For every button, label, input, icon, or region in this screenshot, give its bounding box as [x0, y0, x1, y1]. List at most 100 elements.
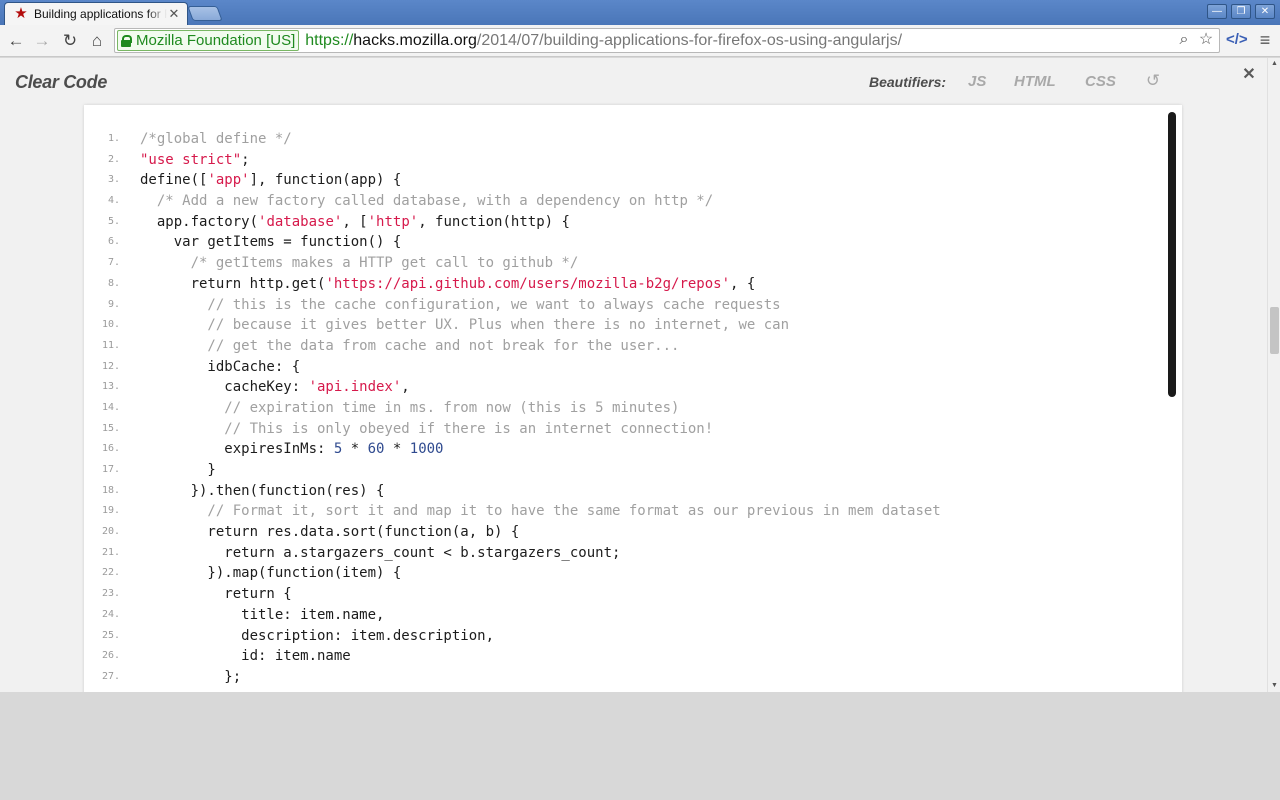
code-line: 11. // get the data from cache and not b…: [84, 336, 1164, 357]
code-line: 13. cacheKey: 'api.index',: [84, 377, 1164, 398]
code-line: 17. }: [84, 460, 1164, 481]
zoom-icon[interactable]: ⌕: [1175, 31, 1193, 49]
beautify-css-button[interactable]: CSS: [1085, 73, 1116, 90]
beautify-js-button[interactable]: JS: [968, 73, 986, 90]
home-icon[interactable]: ⌂: [85, 29, 109, 53]
code-token: }).map(function(item) {: [140, 565, 402, 582]
code-line: 19. // Format it, sort it and map it to …: [84, 501, 1164, 522]
line-number: 21.: [101, 546, 120, 558]
back-icon[interactable]: ←: [4, 29, 28, 53]
ev-certificate-badge[interactable]: Mozilla Foundation [US]: [117, 30, 300, 51]
line-number: 22.: [101, 567, 120, 579]
code-token: /* Add a new factory called database, wi…: [140, 193, 714, 210]
lock-icon: [121, 34, 132, 47]
code-token: // get the data from cache and not break…: [140, 337, 680, 354]
address-bar[interactable]: Mozilla Foundation [US] https://hacks.mo…: [114, 28, 1220, 53]
code-line: 10. // because it gives better UX. Plus …: [84, 315, 1164, 336]
close-window-icon[interactable]: ✕: [1255, 4, 1275, 19]
code-line: 14. // expiration time in ms. from now (…: [84, 398, 1164, 419]
code-token: expiresInMs:: [140, 441, 334, 458]
line-number: 3.: [107, 174, 120, 186]
code-token: cacheKey:: [140, 379, 309, 396]
line-number: 23.: [101, 588, 120, 600]
line-number: 17.: [101, 464, 120, 475]
extension-icon[interactable]: </>: [1226, 29, 1248, 51]
beautify-html-button[interactable]: HTML: [1014, 73, 1056, 90]
url-text[interactable]: https://hacks.mozilla.org/2014/07/buildi…: [305, 32, 902, 50]
url-host: hacks.mozilla.org: [353, 31, 477, 49]
code-scrollbar-thumb[interactable]: [1168, 112, 1176, 397]
browser-toolbar: ← → ↻ ⌂ Mozilla Foundation [US] https://…: [0, 25, 1280, 57]
code-token: 60: [367, 441, 385, 458]
code-token: // This is only obeyed if there is an in…: [140, 420, 714, 437]
restore-icon[interactable]: ❐: [1231, 4, 1251, 19]
menu-icon[interactable]: ≡: [1256, 29, 1274, 51]
page-title: Clear Code: [15, 72, 108, 92]
code-token: return res.data.sort(function(a, b) {: [140, 524, 520, 541]
code-line: 18. }).then(function(res) {: [84, 481, 1164, 502]
code-line: 7. /* getItems makes a HTTP get call to …: [84, 253, 1164, 274]
code-token: /* getItems makes a HTTP get call to git…: [140, 255, 579, 272]
line-number: 6.: [107, 236, 120, 248]
line-number: 15.: [101, 422, 120, 434]
code-line: 6. var getItems = function() {: [84, 232, 1164, 253]
code-token: }).then(function(res) {: [140, 482, 385, 499]
line-number: 26.: [101, 650, 120, 662]
code-token: // Format it, sort it and map it to have…: [140, 503, 941, 520]
page-scrollbar[interactable]: ▲ ▼: [1267, 58, 1280, 692]
code-token: idbCache: {: [140, 358, 301, 375]
tab-strip: ★ Building applications for Firefox OS u…: [0, 0, 1280, 25]
code-line: 12. idbCache: {: [84, 357, 1164, 378]
code-panel: 1. /*global define */ 2. "use strict"; 3. def…: [84, 105, 1182, 692]
url-scheme: https://: [305, 31, 354, 49]
code-token: , function(http) {: [418, 213, 570, 230]
close-icon[interactable]: ✕: [1240, 66, 1258, 84]
code-token: 'database': [258, 213, 343, 230]
code-token: 'api.index': [308, 379, 402, 396]
line-number: 19.: [101, 505, 120, 517]
line-number: 13.: [101, 381, 120, 393]
code-line: 20. return res.data.sort(function(a, b) …: [84, 522, 1164, 543]
forward-icon[interactable]: →: [30, 29, 54, 53]
code-line: 4. /* Add a new factory called database,…: [84, 191, 1164, 212]
code-token: // this is the cache configuration, we w…: [140, 296, 781, 313]
minimize-icon[interactable]: —: [1207, 4, 1227, 19]
code-token: app.factory(: [140, 213, 259, 230]
clear-code-overlay: Clear Code Beautifiers: JS HTML CSS ↺ ✕ …: [0, 58, 1280, 692]
line-number: 9.: [107, 298, 120, 310]
bookmark-star-icon[interactable]: ☆: [1197, 31, 1215, 49]
browser-tab[interactable]: ★ Building applications for Firefox OS u…: [4, 2, 188, 25]
beautifiers-label: Beautifiers:: [869, 74, 947, 90]
code-line: 24. title: item.name,: [84, 605, 1164, 626]
new-tab-button[interactable]: [187, 6, 223, 21]
star-icon: ★: [14, 5, 28, 22]
undo-icon[interactable]: ↺: [1144, 71, 1162, 91]
code-token: , {: [730, 275, 756, 292]
code-token: ;: [241, 151, 250, 168]
code-token: // because it gives better UX. Plus when…: [140, 317, 790, 334]
code-token: 'http': [367, 213, 419, 230]
code-token: "use strict": [140, 151, 242, 168]
code-line: 26. id: item.name: [84, 646, 1164, 667]
scroll-down-icon[interactable]: ▼: [1268, 680, 1280, 692]
code-token: /*global define */: [140, 131, 292, 147]
code-token: 'app': [207, 172, 250, 189]
line-number: 24.: [101, 608, 120, 620]
line-number: 20.: [101, 526, 120, 538]
page-scrollbar-thumb[interactable]: [1270, 307, 1279, 354]
code-token: description: item.description,: [140, 627, 495, 644]
code-line: 5. app.factory('database', ['http', func…: [84, 212, 1164, 233]
code-line: 3. define(['app'], function(app) {: [84, 170, 1164, 191]
scroll-up-icon[interactable]: ▲: [1268, 58, 1280, 70]
code-line: 15. // This is only obeyed if there is a…: [84, 419, 1164, 440]
code-token: return a.stargazers_count < b.stargazers…: [140, 544, 621, 561]
code-token: return http.get(: [140, 275, 326, 292]
code-token: };: [140, 668, 242, 685]
line-number: 4.: [107, 195, 120, 207]
tab-title: Building applications for Firefox OS usi…: [34, 7, 167, 21]
code-token: ], function(app) {: [249, 172, 402, 189]
reload-icon[interactable]: ↻: [58, 29, 82, 53]
line-number: 7.: [107, 257, 120, 269]
close-tab-icon[interactable]: ✕: [167, 7, 181, 21]
line-number: 25.: [101, 629, 120, 641]
